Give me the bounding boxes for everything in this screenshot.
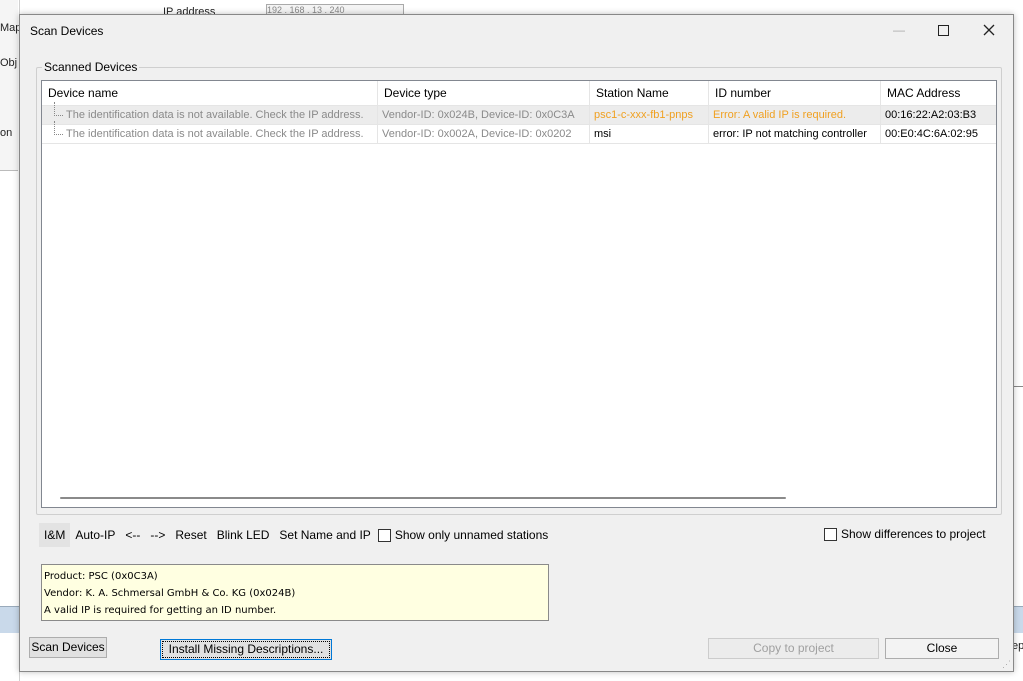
cell-station-name: psc1-c-xxx-fb1-pnps xyxy=(590,106,709,124)
background-ip-label: IP address xyxy=(163,6,216,14)
column-header-id-number[interactable]: ID number xyxy=(709,81,881,105)
im-button[interactable]: I&M xyxy=(39,523,71,547)
resize-grip-icon[interactable]: ⋰ xyxy=(1001,659,1011,669)
column-header-station-name[interactable]: Station Name xyxy=(590,81,709,105)
show-differences-checkbox-box[interactable] xyxy=(824,527,837,541)
background-left-panel: Map Obj on xyxy=(0,0,21,681)
info-product: Product: PSC (0x0C3A) xyxy=(44,571,158,582)
info-vendor: Vendor: K. A. Schmersal GmbH & Co. KG (0… xyxy=(44,588,296,599)
set-name-ip-button[interactable]: Set Name and IP xyxy=(274,523,375,547)
show-unnamed-checkbox-box[interactable] xyxy=(377,528,391,542)
title-bar[interactable]: Scan Devices — xyxy=(20,15,1013,45)
close-icon xyxy=(983,24,995,36)
device-toolbar: I&M Auto-IP <-- --> Reset Blink LED Set … xyxy=(39,523,548,547)
info-message: A valid IP is required for getting an ID… xyxy=(44,605,277,616)
cell-id-number: error: IP not matching controller xyxy=(709,125,881,143)
maximize-icon xyxy=(937,24,949,36)
show-differences-label: Show differences to project xyxy=(841,527,986,541)
scan-devices-button[interactable]: Scan Devices xyxy=(29,637,107,658)
background-strip-left xyxy=(0,606,20,633)
background-label-on: on xyxy=(0,127,13,139)
copy-to-project-button[interactable]: Copy to project xyxy=(708,638,879,659)
previous-button[interactable]: <-- xyxy=(120,523,145,547)
scanned-devices-label: Scanned Devices xyxy=(42,60,140,74)
show-unnamed-checkbox[interactable]: Show only unnamed stations xyxy=(377,528,549,542)
cell-station-name: msi xyxy=(590,125,709,143)
background-ip-value: 192 . 168 . 13 . 240 xyxy=(267,5,345,14)
dialog-title: Scan Devices xyxy=(30,24,104,38)
next-button[interactable]: --> xyxy=(145,523,170,547)
minimize-icon: — xyxy=(893,23,905,37)
cell-mac-address: 00:E0:4C:6A:02:95 xyxy=(885,128,978,140)
column-header-mac-address[interactable]: MAC Address xyxy=(881,81,996,105)
blink-led-button[interactable]: Blink LED xyxy=(212,523,275,547)
scan-devices-dialog: Scan Devices — Scanned Devices Device na… xyxy=(19,14,1014,672)
table-header: Device name Device type Station Name ID … xyxy=(42,81,996,106)
horizontal-scrollbar[interactable] xyxy=(60,497,786,499)
cell-device-type: Vendor-ID: 0x002A, Device-ID: 0x0202 xyxy=(378,125,590,143)
column-header-device-name[interactable]: Device name xyxy=(42,81,378,105)
close-window-button[interactable] xyxy=(966,15,1012,45)
cell-id-number: Error: A valid IP is required. xyxy=(709,106,881,124)
table-row[interactable]: The identification data is not available… xyxy=(42,121,996,144)
table-row[interactable]: The identification data is not available… xyxy=(42,102,996,125)
show-differences-checkbox[interactable]: Show differences to project xyxy=(824,527,986,541)
auto-ip-button[interactable]: Auto-IP xyxy=(70,523,120,547)
background-ip-field: 192 . 168 . 13 . 240 xyxy=(266,4,404,14)
show-unnamed-label: Show only unnamed stations xyxy=(394,528,549,542)
maximize-button[interactable] xyxy=(920,15,966,45)
install-missing-descriptions-button[interactable]: Install Missing Descriptions... xyxy=(160,639,332,660)
devices-table[interactable]: Device name Device type Station Name ID … xyxy=(41,80,997,508)
cell-device-type: Vendor-ID: 0x024B, Device-ID: 0x0C3A xyxy=(378,106,590,124)
device-info-panel: Product: PSC (0x0C3A) Vendor: K. A. Schm… xyxy=(41,564,549,621)
background-label-obj: Obj xyxy=(0,57,18,69)
cell-device-name: The identification data is not available… xyxy=(62,125,378,143)
reset-button[interactable]: Reset xyxy=(170,523,211,547)
background-ip-row: IP address 192 . 168 . 13 . 240 xyxy=(145,0,445,14)
minimize-button[interactable]: — xyxy=(876,15,922,45)
close-button[interactable]: Close xyxy=(885,638,999,659)
cell-mac-address: 00:16:22:A2:03:B3 xyxy=(885,109,977,121)
cell-device-name: The identification data is not available… xyxy=(62,106,378,124)
column-header-device-type[interactable]: Device type xyxy=(378,81,590,105)
